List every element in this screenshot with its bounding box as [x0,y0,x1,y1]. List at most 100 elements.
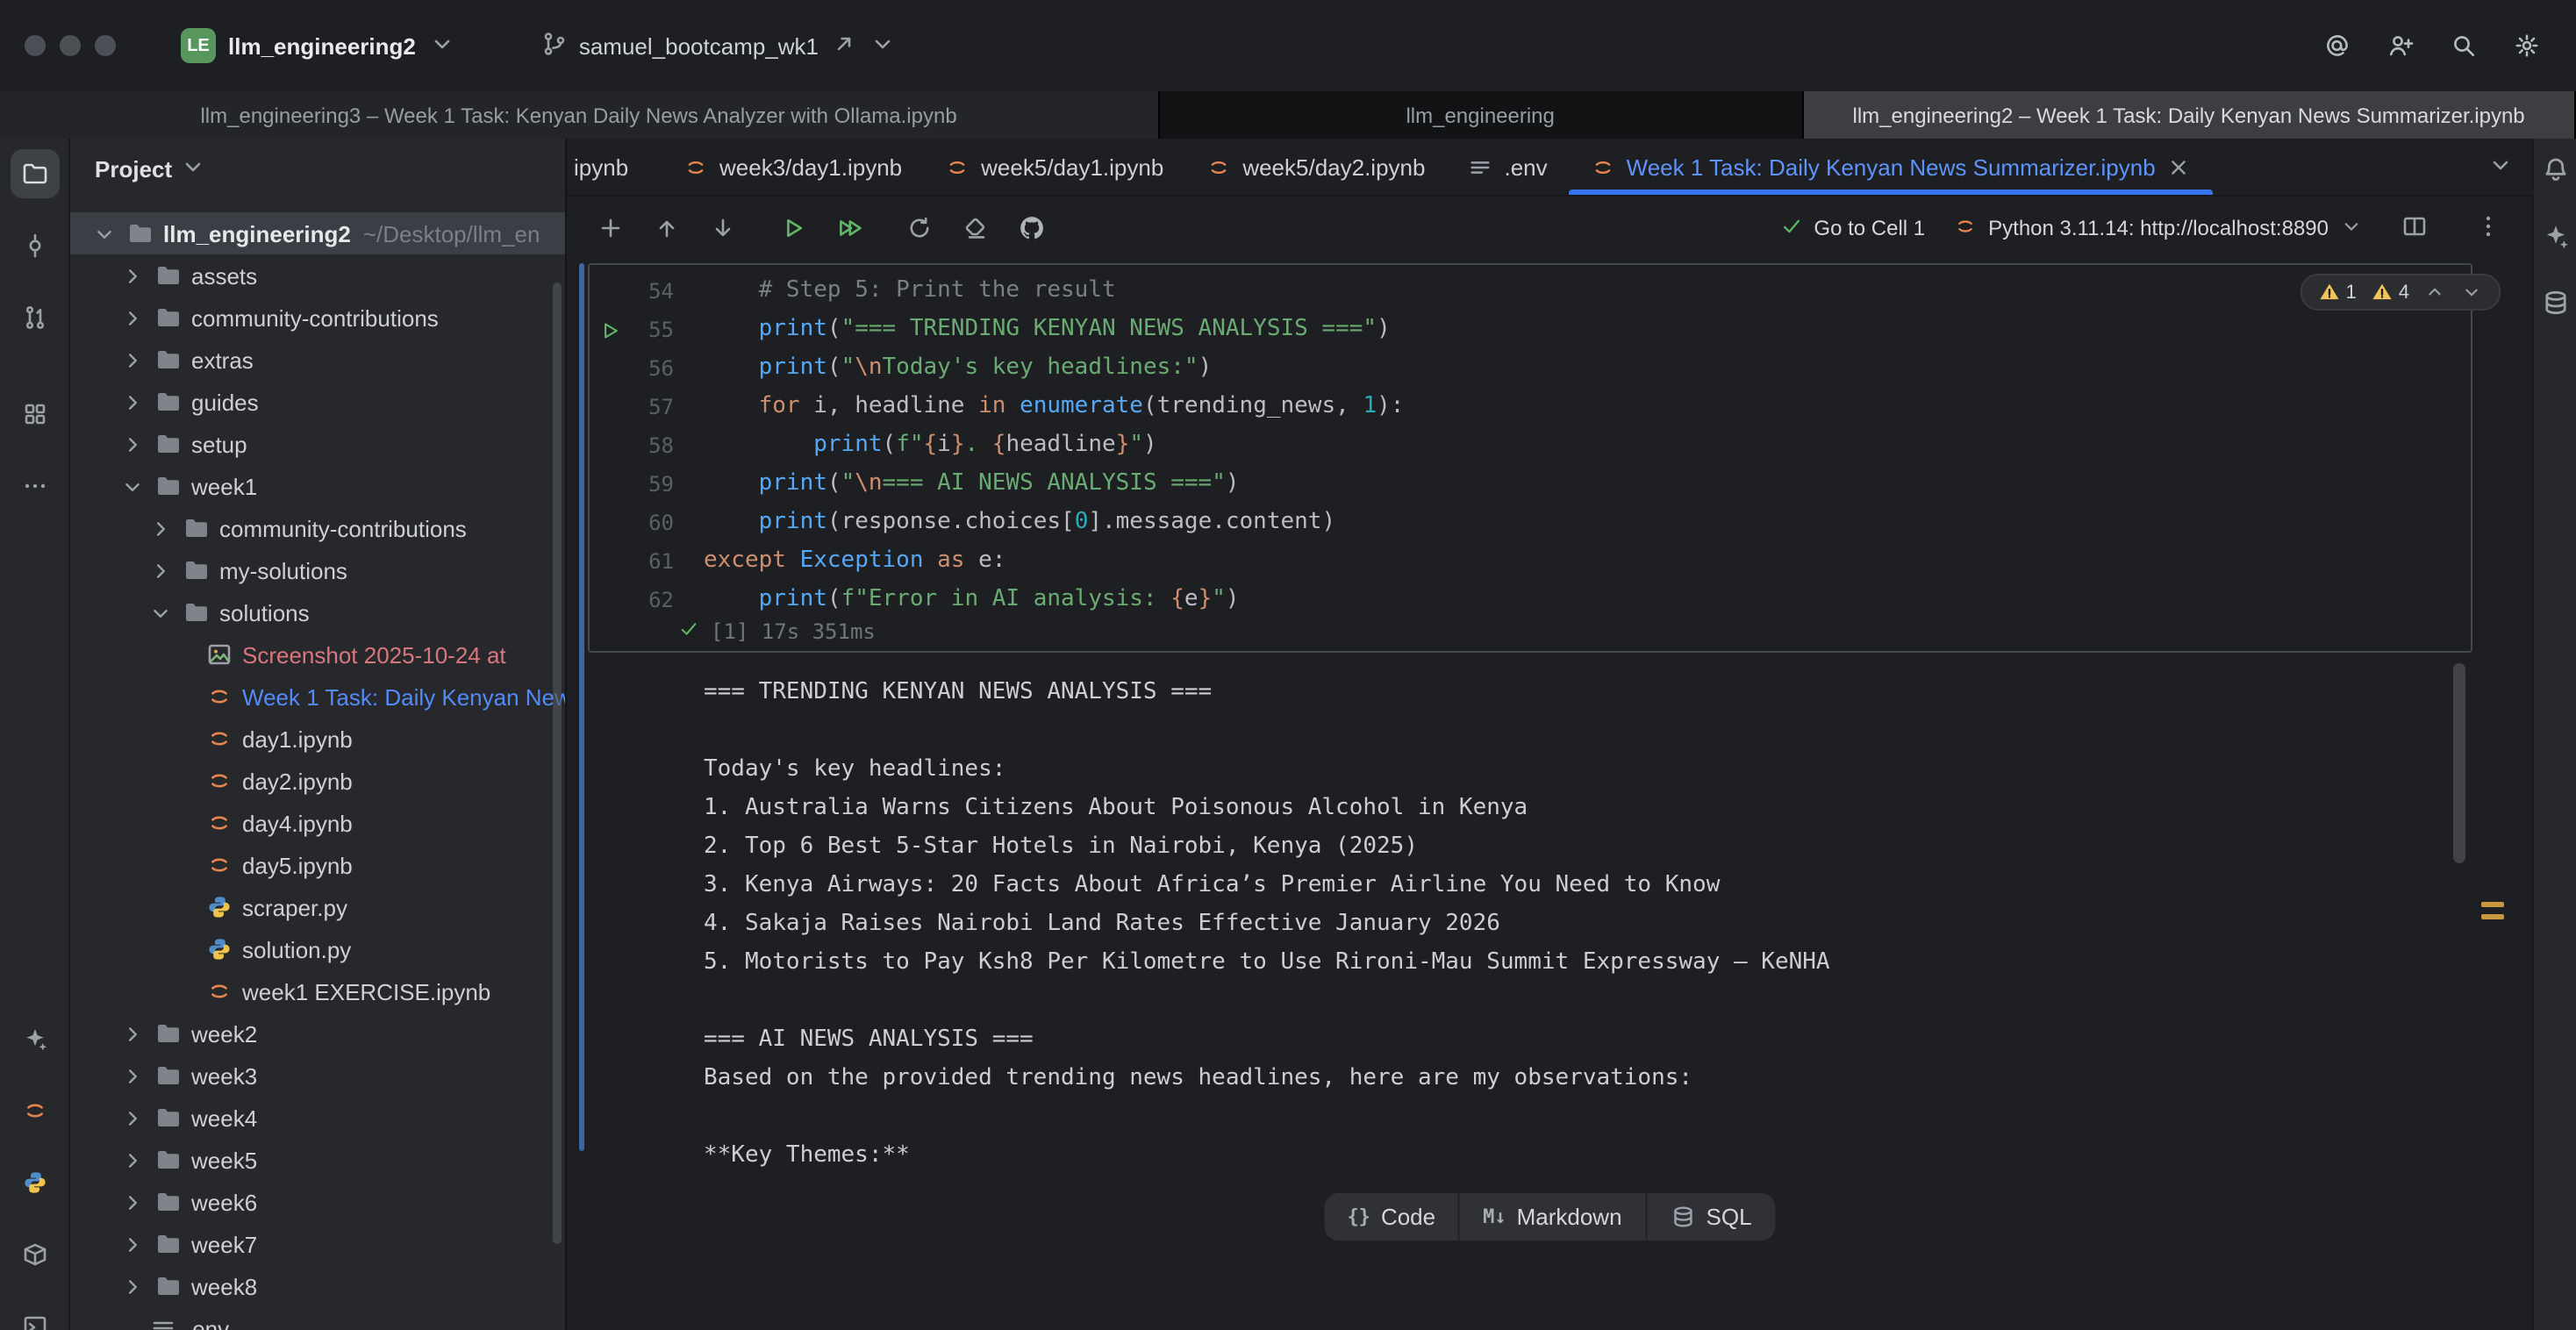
tree-item-week1-exercise-ipynb[interactable]: week1 EXERCISE.ipynb [70,970,565,1012]
editor-scrollbar[interactable] [2453,663,2465,863]
tree-item-extras[interactable]: extras [70,339,565,381]
chevron-right-icon[interactable] [147,557,174,583]
chevron-right-icon[interactable] [119,347,146,373]
code-line[interactable]: 56 print("\nToday's key headlines:") [590,349,2471,388]
warning-count-badge[interactable]: 1 [2318,281,2357,304]
chevron-right-icon[interactable] [119,431,146,457]
github-button[interactable] [1009,207,1055,249]
close-window-button[interactable] [25,35,46,56]
window-tab[interactable]: llm_engineering3 – Week 1 Task: Kenyan D… [0,91,1159,139]
run-all-cells-button[interactable] [826,207,872,249]
chevron-right-icon[interactable] [119,1189,146,1215]
window-tab[interactable]: llm_engineering2 – Week 1 Task: Daily Ke… [1803,91,2576,139]
code-line[interactable]: 55 print("=== TRENDING KENYAN NEWS ANALY… [590,311,2471,349]
move-cell-down-button[interactable] [700,207,746,249]
code-cell[interactable]: 54 # Step 5: Print the result55 print("=… [588,263,2472,653]
tree-item-day2-ipynb[interactable]: day2.ipynb [70,760,565,802]
warning-stripe-mark[interactable] [2481,902,2504,907]
tree-item-week2[interactable]: week2 [70,1012,565,1055]
tree-item-solution-py[interactable]: solution.py [70,928,565,970]
add-code-cell-button[interactable]: {}Code [1324,1193,1458,1241]
more-options-button[interactable] [2465,207,2511,249]
chevron-right-icon[interactable] [119,1147,146,1173]
chevron-right-icon[interactable] [119,304,146,331]
tree-item-week1[interactable]: week1 [70,465,565,507]
tree-item-guides[interactable]: guides [70,381,565,423]
add-sql-cell-button[interactable]: SQL [1647,1193,1775,1241]
run-cell-gutter-icon[interactable] [597,318,620,341]
tree-item-day5-ipynb[interactable]: day5.ipynb [70,844,565,886]
clear-outputs-button[interactable] [953,207,998,249]
tree-item-week5[interactable]: week5 [70,1139,565,1181]
tree-item-week3[interactable]: week3 [70,1055,565,1097]
editor-tab-week5-day2-ipynb[interactable]: week5/day2.ipynb [1184,139,1446,195]
tree-item-scraper-py[interactable]: scraper.py [70,886,565,928]
editor-tab-week5-day1-ipynb[interactable]: week5/day1.ipynb [923,139,1184,195]
code-line[interactable]: 57 for i, headline in enumerate(trending… [590,388,2471,426]
editor-tab-env[interactable]: .env [1446,139,1568,195]
warning-stripe-mark[interactable] [2481,914,2504,919]
add-markdown-cell-button[interactable]: M↓Markdown [1460,1193,1644,1241]
close-tab-icon[interactable] [2166,154,2193,180]
ai-assistant-button[interactable] [2536,216,2574,254]
editor-tab-week-1-task-daily-kenyan-news-summarizer[interactable]: Week 1 Task: Daily Kenyan News Summarize… [1569,139,2214,195]
code-line[interactable]: 62 print(f"Error in AI analysis: {e}") [590,581,2471,619]
zoom-window-button[interactable] [95,35,116,56]
chevron-down-icon[interactable] [91,220,118,247]
search-everywhere-button[interactable] [2439,21,2488,70]
project-switcher[interactable]: LE llm_engineering2 [168,21,469,70]
chevron-right-icon[interactable] [119,1231,146,1257]
tree-item-llm-engineering2[interactable]: llm_engineering2~/Desktop/llm_en [70,212,565,254]
tree-item-week7[interactable]: week7 [70,1223,565,1265]
chevron-right-icon[interactable] [119,1105,146,1131]
code-line[interactable]: 54 # Step 5: Print the result [590,272,2471,311]
code-line[interactable]: 60 print(response.choices[0].message.con… [590,504,2471,542]
split-editor-button[interactable] [2392,207,2437,249]
tree-item-assets[interactable]: assets [70,254,565,297]
go-to-cell-widget[interactable]: Go to Cell 1 [1778,213,1925,243]
chevron-right-icon[interactable] [147,515,174,541]
tree-item-week4[interactable]: week4 [70,1097,565,1139]
code-line[interactable]: 58 print(f"{i}. {headline}") [590,426,2471,465]
database-button[interactable] [2536,282,2574,321]
editor-tab-week3-day1-ipynb[interactable]: week3/day1.ipynb [662,139,923,195]
kernel-selector[interactable]: Python 3.11.14: http://localhost:8890 [1953,213,2364,243]
next-problem-icon[interactable] [2460,281,2483,304]
window-tab[interactable]: llm_engineering [1159,91,1803,139]
tree-item-solutions[interactable]: solutions [70,591,565,633]
python-console-button[interactable] [10,1158,59,1207]
tree-item-setup[interactable]: setup [70,423,565,465]
terminal-button[interactable] [10,1302,59,1330]
run-cell-button[interactable] [770,207,816,249]
commit-button[interactable] [10,221,59,270]
tree-item-day1-ipynb[interactable]: day1.ipynb [70,718,565,760]
chevron-down-icon[interactable] [147,599,174,626]
code-line[interactable]: 59 print("\n=== AI NEWS ANALYSIS ===") [590,465,2471,504]
tree-item-community-contributions[interactable]: community-contributions [70,297,565,339]
tree-item-day4-ipynb[interactable]: day4.ipynb [70,802,565,844]
previous-problem-icon[interactable] [2423,281,2446,304]
vcs-branch-widget[interactable]: samuel_bootcamp_wk1 [528,22,908,69]
project-button[interactable] [10,149,59,198]
chevron-down-icon[interactable] [119,473,146,499]
tree-item-env[interactable]: .env [70,1307,565,1330]
settings-button[interactable] [2502,21,2551,70]
jupyter-button[interactable] [10,1086,59,1135]
project-panel-header[interactable]: Project [70,139,565,198]
chevron-right-icon[interactable] [119,262,146,289]
code-line[interactable]: 61except Exception as e: [590,542,2471,581]
notifications-button[interactable] [2536,149,2574,188]
chevron-right-icon[interactable] [119,389,146,415]
restart-kernel-button[interactable] [897,207,942,249]
project-tree-scrollbar[interactable] [553,282,562,1244]
move-cell-up-button[interactable] [644,207,690,249]
chevron-right-icon[interactable] [119,1273,146,1299]
minimize-window-button[interactable] [60,35,81,56]
tree-item-community-contributions[interactable]: community-contributions [70,507,565,549]
chevron-right-icon[interactable] [119,1062,146,1089]
tree-item-week-1-task-daily-kenyan-news-summarizer[interactable]: Week 1 Task: Daily Kenyan News Summarize… [70,676,565,718]
pull-requests-button[interactable] [10,293,59,342]
editor-tab-ipynb[interactable]: ipynb [567,139,662,195]
at-mentions-button[interactable] [2313,21,2362,70]
tree-item-my-solutions[interactable]: my-solutions [70,549,565,591]
